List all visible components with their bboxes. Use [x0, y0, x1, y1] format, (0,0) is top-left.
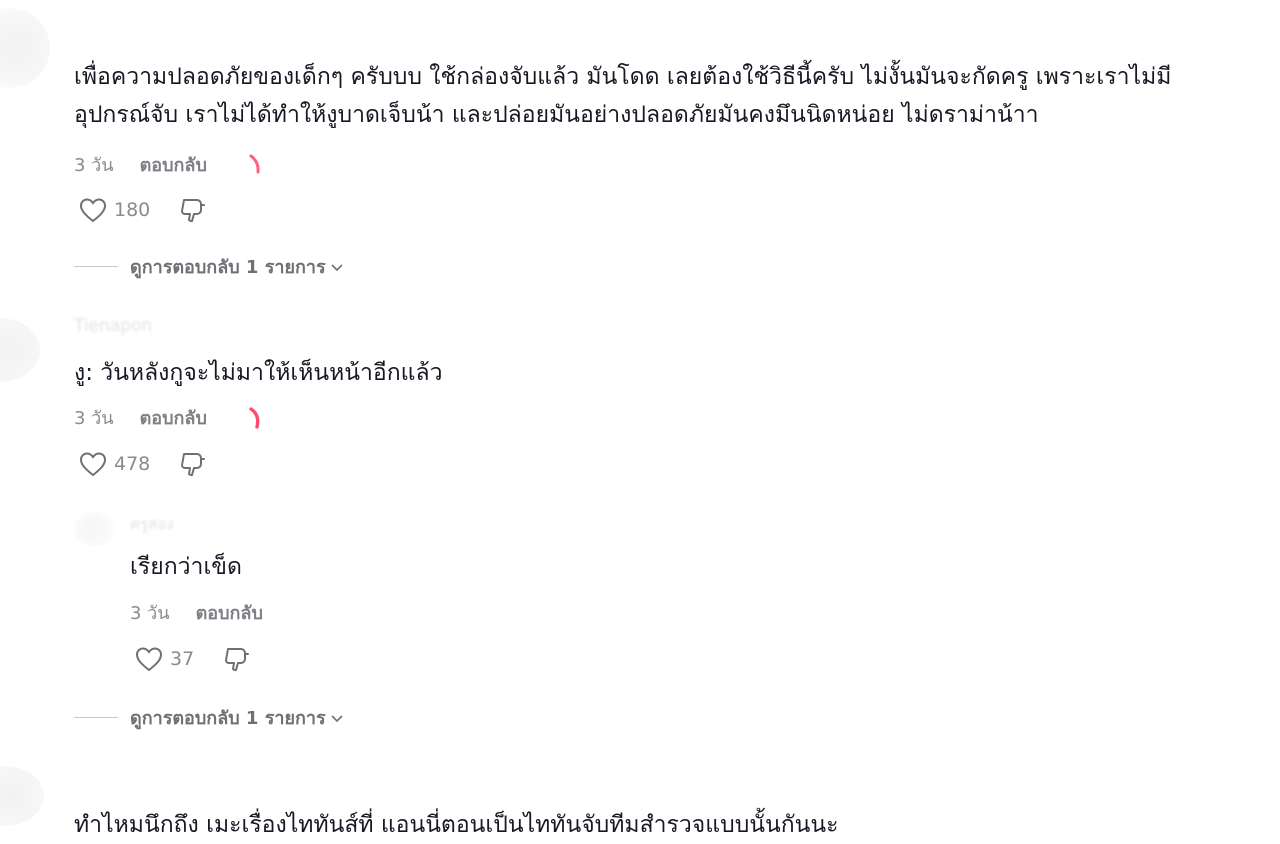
reply-button[interactable]: ตอบกลับ [140, 150, 207, 179]
comment-meta: 3 วัน ตอบกลับ [74, 403, 263, 432]
avatar[interactable] [72, 512, 116, 546]
like-count: 37 [170, 648, 195, 670]
comment-text-line: เพื่อความปลอดภัยของเด็กๆ ครับบบ ใช้กล่อง… [74, 64, 1172, 90]
avatar[interactable] [0, 318, 40, 382]
like-count: 180 [114, 199, 151, 221]
avatar[interactable] [0, 766, 44, 826]
reply-actions: 37 [134, 645, 252, 673]
reply-button[interactable]: ตอบกลับ [196, 598, 263, 627]
heart-emoji-icon [249, 406, 260, 429]
comment-actions: 180 [78, 196, 208, 224]
chevron-down-icon [331, 263, 343, 271]
view-replies-label: ดูการตอบกลับ 1 รายการ [130, 708, 326, 729]
comment-actions: 478 [78, 450, 208, 478]
heart-outline-icon[interactable] [134, 645, 164, 673]
comment-text-line: อุปกรณ์จับ เราไม่ได้ทำให้งูบาดเจ็บน้า แล… [74, 102, 1039, 128]
divider-line [74, 266, 118, 267]
thumbs-down-icon[interactable] [178, 196, 208, 224]
reply-button[interactable]: ตอบกลับ [140, 403, 207, 432]
comment-meta: 3 วัน ตอบกลับ [74, 150, 263, 179]
comment-text: งู: วันหลังกูจะไม่มาให้เห็นหน้าอีกแล้ว [74, 360, 443, 386]
avatar[interactable] [0, 8, 50, 88]
view-replies-button[interactable]: ดูการตอบกลับ 1 รายการ [74, 252, 344, 281]
username[interactable]: ครูสอง [130, 512, 174, 536]
view-replies-label: ดูการตอบกลับ 1 รายการ [130, 257, 326, 278]
heart-emoji-icon [249, 154, 260, 173]
heart-outline-icon[interactable] [78, 450, 108, 478]
like-count: 478 [114, 453, 151, 475]
comment-time: 3 วัน [74, 155, 114, 176]
view-replies-button[interactable]: ดูการตอบกลับ 1 รายการ [74, 703, 344, 732]
username[interactable]: Tienapon [74, 316, 152, 336]
reply-meta: 3 วัน ตอบกลับ [130, 598, 263, 627]
reply-time: 3 วัน [130, 603, 170, 624]
comment-time: 3 วัน [74, 408, 114, 429]
comment-text: ทำไหมนึกถึง เมะเรื่องไททันส์ที่ แอนนี่ตอ… [74, 812, 839, 838]
heart-outline-icon[interactable] [78, 196, 108, 224]
thumbs-down-icon[interactable] [178, 450, 208, 478]
chevron-down-icon [331, 714, 343, 722]
thumbs-down-icon[interactable] [222, 645, 252, 673]
reply-text: เรียกว่าเข็ด [130, 554, 242, 580]
comment-text: เพื่อความปลอดภัยของเด็กๆ ครับบบ ใช้กล่อง… [74, 58, 1171, 134]
divider-line [74, 717, 118, 718]
comments-panel: เพื่อความปลอดภัยของเด็กๆ ครับบบ ใช้กล่อง… [0, 0, 1280, 844]
